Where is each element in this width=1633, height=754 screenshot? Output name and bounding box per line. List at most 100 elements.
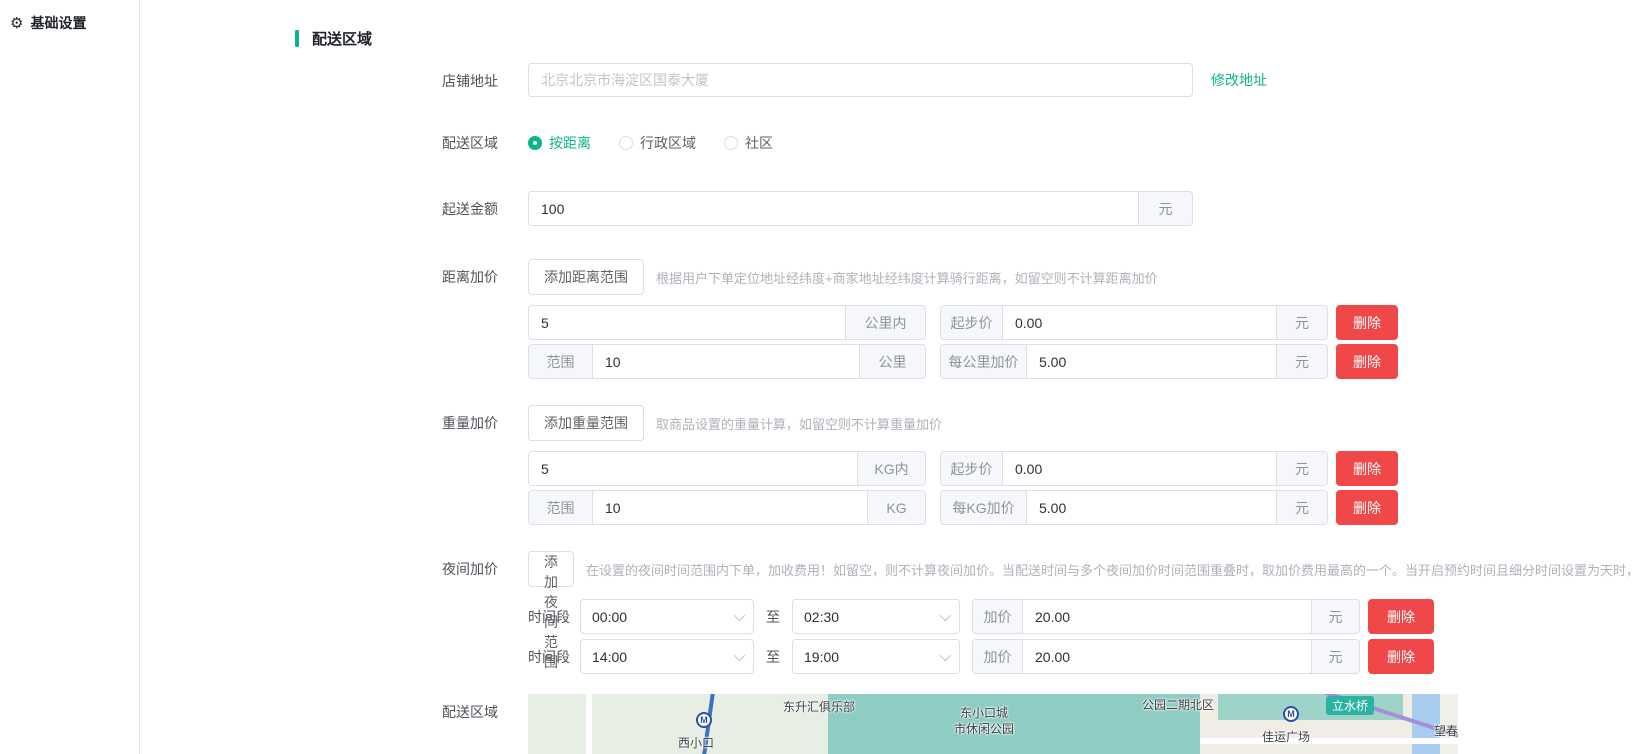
night-row: 时间段 00:00 至 02:30 加价 元 删除 xyxy=(528,599,1434,634)
radio-dot-icon xyxy=(724,136,738,150)
radio-dot-icon xyxy=(619,136,633,150)
distance-range-input[interactable] xyxy=(593,345,859,378)
unit-suffix: 元 xyxy=(1276,452,1327,485)
weight-limit-input[interactable] xyxy=(529,452,857,485)
distance-hint: 根据用户下单定位地址经纬度+商家地址经纬度计算骑行距离，如留空则不计算距离加价 xyxy=(656,268,1158,287)
per-kg-price-input[interactable] xyxy=(1027,491,1276,524)
area-type-row: 配送区域 按距离 行政区域 社区 xyxy=(295,125,1633,161)
min-amount-row: 起送金额 元 xyxy=(295,191,1633,227)
night-surcharge-label: 夜间加价 xyxy=(295,551,528,587)
night-row: 时间段 14:00 至 19:00 加价 元 删除 xyxy=(528,639,1434,674)
unit-suffix: 公里内 xyxy=(845,306,925,339)
unit-suffix: KG内 xyxy=(857,452,925,485)
weight-range-input[interactable] xyxy=(593,491,867,524)
store-address-input[interactable] xyxy=(528,63,1193,97)
night-price-input[interactable] xyxy=(1023,600,1311,633)
price-prefix-label: 起步价 xyxy=(941,452,1003,485)
price-prefix-label: 每KG加价 xyxy=(941,491,1027,524)
section-title: 配送区域 xyxy=(295,28,1633,49)
unit-suffix: 元 xyxy=(1276,306,1327,339)
map-label: 市休闲公园 xyxy=(954,720,1014,737)
unit-suffix: 元 xyxy=(1138,192,1192,225)
radio-by-distance[interactable]: 按距离 xyxy=(528,133,591,153)
start-time-select[interactable]: 00:00 xyxy=(580,599,754,634)
to-label: 至 xyxy=(766,647,780,667)
weight-surcharge-group: 重量加价 添加重量范围 取商品设置的重量计算，如留空则不计算重量加价 KG内 起… xyxy=(295,405,1633,525)
area-type-label: 配送区域 xyxy=(295,125,528,161)
map-label: 佳运广场 xyxy=(1262,728,1310,745)
per-km-price-input[interactable] xyxy=(1027,345,1276,378)
start-price-input[interactable] xyxy=(1003,306,1276,339)
delete-button[interactable]: 删除 xyxy=(1368,599,1434,634)
night-hint: 在设置的夜间时间范围内下单，加收费用！如留空，则不计算夜间加价。当配送时间与多个… xyxy=(586,560,1633,579)
delete-button[interactable]: 删除 xyxy=(1336,305,1398,340)
sidebar: ⚙ 基础设置 xyxy=(0,0,140,754)
delivery-area-map[interactable]: M M 东升汇俱乐部 东小口城 市休闲公园 公园二期北区 立水桥 佳运广场 西小… xyxy=(528,694,1458,754)
chevron-down-icon xyxy=(734,649,745,660)
delivery-map-label: 配送区域 xyxy=(295,694,528,730)
section-title-text: 配送区域 xyxy=(312,28,372,49)
unit-suffix: 公里 xyxy=(859,345,925,378)
delete-button[interactable]: 删除 xyxy=(1336,344,1398,379)
unit-suffix: 元 xyxy=(1276,345,1327,378)
distance-surcharge-label: 距离加价 xyxy=(295,259,528,295)
delete-button[interactable]: 删除 xyxy=(1368,639,1434,674)
store-address-row: 店铺地址 修改地址 xyxy=(295,63,1633,99)
start-time-select[interactable]: 14:00 xyxy=(580,639,754,674)
map-label: 西小口 xyxy=(678,734,714,751)
distance-row: 范围 公里 每公里加价 元 删除 xyxy=(528,344,1398,379)
radio-community[interactable]: 社区 xyxy=(724,133,773,153)
night-surcharge-group: 夜间加价 添加夜间范围 在设置的夜间时间范围内下单，加收费用！如留空，则不计算夜… xyxy=(295,551,1633,674)
end-time-select[interactable]: 19:00 xyxy=(792,639,960,674)
min-amount-label: 起送金额 xyxy=(295,191,528,227)
map-label: 公园二期北区 xyxy=(1142,696,1214,713)
night-price-input[interactable] xyxy=(1023,640,1311,673)
price-prefix-label: 每公里加价 xyxy=(941,345,1027,378)
map-label: 东小口城 xyxy=(960,704,1008,721)
end-time-select[interactable]: 02:30 xyxy=(792,599,960,634)
weight-row: KG内 起步价 元 删除 xyxy=(528,451,1398,486)
unit-suffix: 元 xyxy=(1311,640,1359,673)
distance-surcharge-group: 距离加价 添加距离范围 根据用户下单定位地址经纬度+商家地址经纬度计算骑行距离，… xyxy=(295,259,1633,379)
delete-button[interactable]: 删除 xyxy=(1336,451,1398,486)
gear-icon: ⚙ xyxy=(10,14,23,32)
store-address-label: 店铺地址 xyxy=(295,63,528,99)
delivery-map-row: 配送区域 xyxy=(295,694,1633,754)
map-station-badge: 立水桥 xyxy=(1326,696,1374,715)
start-price-input[interactable] xyxy=(1003,452,1276,485)
chevron-down-icon xyxy=(940,609,951,620)
unit-suffix: KG xyxy=(867,491,925,524)
main-content: 配送区域 店铺地址 修改地址 配送区域 按距离 行政区域 xyxy=(140,0,1633,754)
metro-icon: M xyxy=(696,712,712,728)
weight-row: 范围 KG 每KG加价 元 删除 xyxy=(528,490,1398,525)
unit-suffix: 元 xyxy=(1276,491,1327,524)
map-label: 东升汇俱乐部 xyxy=(783,698,855,715)
add-night-range-button[interactable]: 添加夜间范围 xyxy=(528,551,574,587)
price-prefix-label: 加价 xyxy=(973,640,1023,673)
radio-admin-region[interactable]: 行政区域 xyxy=(619,133,696,153)
price-prefix-label: 加价 xyxy=(973,600,1023,633)
edit-address-link[interactable]: 修改地址 xyxy=(1211,70,1267,90)
chevron-down-icon xyxy=(734,609,745,620)
distance-limit-input[interactable] xyxy=(529,306,845,339)
min-amount-input[interactable] xyxy=(529,192,1138,225)
chevron-down-icon xyxy=(940,649,951,660)
sidebar-item-basic-settings[interactable]: ⚙ 基础设置 xyxy=(0,0,139,46)
add-weight-range-button[interactable]: 添加重量范围 xyxy=(528,405,644,441)
to-label: 至 xyxy=(766,607,780,627)
distance-row: 公里内 起步价 元 删除 xyxy=(528,305,1398,340)
time-range-label: 时间段 xyxy=(528,647,570,667)
range-prefix-label: 范围 xyxy=(529,491,593,524)
range-prefix-label: 范围 xyxy=(529,345,593,378)
sidebar-item-label: 基础设置 xyxy=(30,13,86,33)
map-road xyxy=(586,694,592,754)
section-title-accent-bar xyxy=(295,30,299,47)
map-road xyxy=(1200,738,1458,744)
weight-surcharge-label: 重量加价 xyxy=(295,405,528,441)
add-distance-range-button[interactable]: 添加距离范围 xyxy=(528,259,644,295)
metro-icon: M xyxy=(1283,706,1299,722)
map-label: 望春 xyxy=(1434,722,1458,739)
weight-hint: 取商品设置的重量计算，如留空则不计算重量加价 xyxy=(656,414,942,433)
radio-dot-icon xyxy=(528,136,542,150)
delete-button[interactable]: 删除 xyxy=(1336,490,1398,525)
